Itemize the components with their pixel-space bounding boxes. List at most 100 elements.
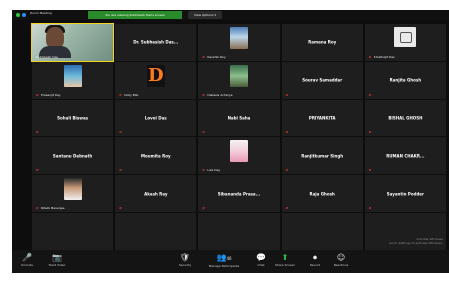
participant-tile[interactable]: Dr. Subhasish Das... (115, 24, 197, 61)
participant-logo: D (146, 64, 165, 87)
participant-name: BISHAL GHOSH (388, 115, 423, 121)
mic-muted-icon: ⌀ (36, 91, 39, 97)
share-banner: You are viewing Subhasish Das's screen (88, 11, 182, 19)
participant-name: Lovoi Das (144, 115, 167, 121)
mic-muted-icon: ⌀ (285, 205, 289, 211)
participant-tile[interactable]: RUMAN CHAKR... ⌀ (364, 137, 446, 175)
mic-muted-icon: ⌀ (368, 205, 372, 211)
participant-photo (229, 27, 248, 49)
info-icon[interactable] (22, 13, 26, 17)
participant-name: Sohali Biswas (57, 115, 89, 121)
mic-muted-icon: ⌀ (202, 167, 205, 173)
share-screen-button[interactable]: ⬆ Share Screen (270, 250, 300, 273)
close-dot-icon[interactable] (16, 13, 20, 17)
participant-name: Santanu Debnath (52, 153, 93, 159)
reactions-icon: ☺ (336, 253, 346, 262)
participant-name: Moumita Roy (141, 153, 171, 159)
mic-muted-icon: ⌀ (36, 205, 39, 211)
mic-muted-icon: ⌀ (368, 53, 372, 59)
reactions-label: Reactions (333, 263, 349, 267)
security-label: Security (178, 263, 192, 267)
participants-button[interactable]: 👥46 Manage Participants (204, 250, 244, 273)
start-video-label: Start Video (48, 263, 66, 267)
participant-tile[interactable]: Sourav Samaddar ⌀ (281, 61, 363, 99)
participant-tile[interactable]: Ranjita Ghosh ⌀ (364, 61, 446, 99)
participant-name: Akash Ray (144, 191, 168, 197)
participant-name: Subhasish Das (36, 54, 58, 59)
participant-name: Kaushik Roy (207, 54, 226, 59)
meeting-toolbar: 🎤 Unmute 📷 Start Video 🛡 Security 👥46 Ma… (12, 250, 449, 273)
video-off-icon: 📷 (52, 253, 62, 262)
participant-name: Liza Dey (207, 168, 221, 173)
view-options-button[interactable]: View Options ▾ (188, 11, 222, 19)
start-video-button[interactable]: 📷 Start Video (42, 250, 72, 273)
participant-name: Ranjita Ghosh (389, 77, 422, 83)
participant-tile[interactable]: ⌀ Prasenjit Ray (32, 61, 114, 99)
reactions-button[interactable]: ☺ Reactions (326, 250, 356, 273)
mic-muted-icon: ⌀ (202, 205, 205, 211)
mic-muted-icon: ⌀ (36, 129, 39, 135)
participant-photo (229, 64, 248, 87)
participant-tile[interactable]: D ⌀ Dolly Bibi (115, 61, 197, 99)
participant-photo (63, 178, 82, 201)
title-bar: Zoom Meeting You are viewing Subhasish D… (12, 10, 449, 20)
participant-tile[interactable]: Ramana Roy (281, 24, 363, 61)
participants-label: Manage Participants (208, 264, 240, 268)
empty-tile (198, 213, 280, 250)
mic-muted-icon: ⌀ (368, 91, 372, 97)
participant-name: Nabi Saha (227, 115, 251, 121)
mic-muted-icon: ⌀ (202, 53, 205, 59)
participant-tile[interactable]: Sohali Biswas ⌀ (32, 99, 114, 137)
watermark-line-2: Go to Settings to activate Windows. (389, 241, 443, 245)
empty-tile (281, 213, 363, 250)
participant-name: Prasenjit Ray (41, 92, 61, 97)
mic-muted-icon: ⌀ (119, 205, 122, 211)
participants-icon: 👥46 (216, 253, 232, 262)
mic-muted-icon: ⌀ (119, 167, 122, 173)
participant-name: Ritwik Banerjee (41, 206, 65, 211)
participant-name: Sibananda Prasa... (217, 191, 261, 197)
participant-tile[interactable]: PRIYANKITA ⌀ (281, 99, 363, 137)
participant-tile[interactable]: Raja Ghosh ⌀ (281, 175, 363, 213)
participant-tile[interactable]: ⌀ Liza Dey (198, 137, 280, 175)
participant-name: Debasis Acharya (207, 92, 233, 97)
participant-name: Shubhajit Das (373, 54, 395, 59)
participant-tile[interactable]: ⌀ Kaushik Roy (198, 24, 280, 61)
mic-muted-icon: ⌀ (202, 91, 205, 97)
participant-tile[interactable]: Subhasish Das (30, 23, 115, 62)
participant-photo (394, 27, 417, 47)
participant-tile[interactable]: Akash Ray ⌀ (115, 175, 197, 213)
empty-tile (115, 213, 197, 250)
participant-name: Raja Ghosh (309, 191, 335, 197)
participant-name: Ranjitkumar Singh (301, 153, 344, 159)
mic-muted-icon: ⌀ (119, 129, 122, 135)
mic-muted-icon: ⌀ (285, 167, 289, 173)
microphone-muted-icon: 🎤 (22, 253, 32, 262)
zoom-window: Zoom Meeting You are viewing Subhasish D… (12, 10, 449, 273)
participant-count: 46 (226, 256, 232, 261)
participant-tile[interactable]: Sibananda Prasa... ⌀ (198, 175, 280, 213)
participant-tile[interactable]: Santanu Debnath ⌀ (32, 137, 114, 175)
participant-tile[interactable]: BISHAL GHOSH ⌀ (364, 99, 446, 137)
participant-tile[interactable]: Ranjitkumar Singh ⌀ (281, 137, 363, 175)
participant-tile[interactable]: Lovoi Das ⌀ (115, 99, 197, 137)
participant-name: Dolly Bibi (124, 92, 139, 97)
participant-tile[interactable]: Moumita Roy ⌀ (115, 137, 197, 175)
participant-grid: Subhasish Das Dr. Subhasish Das... ⌀ Kau… (30, 23, 446, 250)
empty-tile (32, 213, 114, 250)
participant-name: RUMAN CHAKR... (386, 153, 425, 159)
mic-muted-icon: ⌀ (36, 167, 39, 173)
mic-muted-icon: ⌀ (119, 91, 122, 97)
mic-muted-icon: ⌀ (285, 91, 289, 97)
mute-label: Unmute (21, 263, 33, 267)
participant-tile[interactable]: ⌀ Debasis Acharya (198, 61, 280, 99)
participant-tile[interactable]: ⌀ Ritwik Banerjee (32, 175, 114, 213)
windows-activation-watermark: Activate Windows Go to Settings to activ… (389, 237, 443, 245)
security-button[interactable]: 🛡 Security (170, 250, 200, 273)
participant-name: Sayantin Podder (386, 191, 424, 197)
participant-tile[interactable]: ⌀ Shubhajit Das (364, 24, 446, 61)
participant-photo (63, 64, 82, 87)
participant-tile[interactable]: Sayantin Podder ⌀ (364, 175, 446, 213)
participant-tile[interactable]: Nabi Saha ⌀ (198, 99, 280, 137)
mute-button[interactable]: 🎤 Unmute (12, 250, 42, 273)
